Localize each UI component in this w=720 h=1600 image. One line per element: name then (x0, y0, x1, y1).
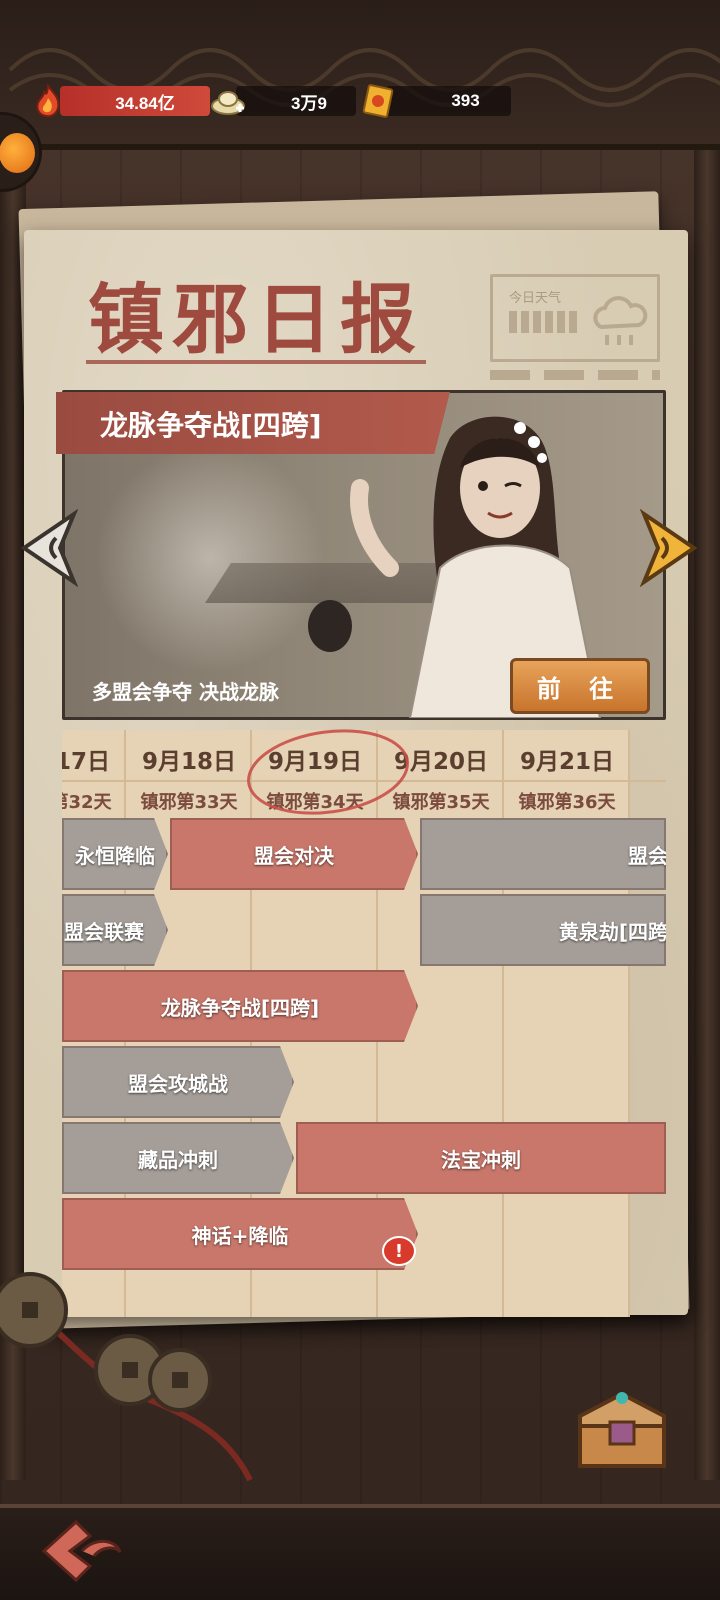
goto-button[interactable]: 前 往 (510, 658, 650, 714)
weather-label: 今日天气 (509, 291, 562, 306)
back-arrow-icon[interactable] (36, 1516, 126, 1586)
silver-ingot-icon (211, 91, 245, 115)
event-label: 藏品冲刺 (138, 1147, 218, 1172)
column-day: 镇邪第36天 (518, 792, 616, 813)
event-label: 龙脉争夺战[四跨] (160, 995, 320, 1020)
masthead-divider (86, 360, 426, 364)
weather-box: 今日天气 (490, 274, 660, 362)
flame-icon (36, 84, 60, 118)
resource-silver[interactable]: 3万9 (210, 84, 356, 118)
event-label: 黄泉劫[四跨 (558, 919, 666, 944)
silver-value: 3万9 (236, 86, 356, 116)
event-bar[interactable]: 盟会攻城战 (62, 1046, 294, 1118)
column-date: 9月18日 (141, 749, 236, 775)
column-day: 镇邪第33天 (140, 792, 238, 813)
today-circle-mark (247, 729, 409, 815)
event-label: 法宝冲刺 (441, 1147, 521, 1172)
event-bar[interactable]: 龙脉争夺战[四跨] (62, 970, 418, 1042)
column-date: 9月21日 (519, 749, 614, 775)
rain-cloud-icon (593, 296, 648, 345)
column-day: 镇邪第32天 (62, 792, 112, 813)
prev-arrow-icon[interactable] (16, 508, 78, 588)
event-bar[interactable]: 法宝冲刺 (296, 1122, 666, 1194)
event-bar[interactable]: 藏品冲刺 (62, 1122, 294, 1194)
column-date: 9月17日 (62, 749, 110, 775)
event-label: 神话+降临 (191, 1223, 289, 1248)
resource-tickets[interactable]: 393 (360, 84, 511, 118)
banner-mist (95, 443, 325, 673)
right-frame-post (694, 150, 720, 1480)
banner-title: 龙脉争夺战[四跨] (100, 409, 322, 442)
weather-bars (509, 311, 577, 333)
event-label: 永恒降临 (75, 843, 155, 868)
gold-ticket-icon (362, 84, 394, 118)
event-label: 盟会 (628, 843, 666, 868)
event-bar[interactable]: 黄泉劫[四跨 (420, 894, 666, 966)
treasure-chest-icon[interactable] (572, 1376, 672, 1476)
event-bar[interactable]: 盟会对决 (170, 818, 418, 890)
avatar-face (0, 133, 35, 173)
top-ornament-band (0, 0, 720, 150)
banner-subtitle: 多盟会争夺 决战龙脉 (92, 680, 279, 704)
power-value: 34.84亿 (60, 86, 210, 116)
weather-divider (490, 370, 660, 380)
event-bar[interactable]: 永恒降临 (62, 818, 168, 890)
event-bar[interactable]: 盟会 (420, 818, 666, 890)
event-label: 盟会联赛 (64, 919, 144, 944)
next-arrow-icon[interactable] (640, 508, 702, 588)
resource-power[interactable]: 34.84亿 (30, 84, 210, 118)
event-label: 盟会攻城战 (128, 1071, 228, 1096)
event-label: 盟会对决 (254, 843, 334, 868)
event-bar[interactable]: 盟会联赛 (62, 894, 168, 966)
coin-string-decoration (0, 1272, 253, 1482)
newspaper-masthead: 镇邪日报 (88, 275, 424, 364)
alert-badge: ! (382, 1236, 416, 1266)
tickets-value: 393 (386, 86, 511, 116)
